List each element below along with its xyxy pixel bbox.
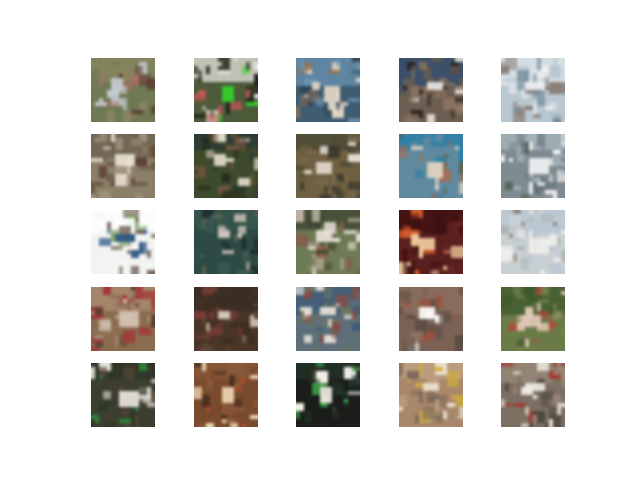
sample-image	[399, 58, 463, 122]
sample-image	[399, 363, 463, 427]
sample-image	[91, 287, 155, 351]
generated-sample-tile	[296, 287, 360, 351]
generated-sample-tile	[194, 58, 258, 122]
sample-image	[91, 210, 155, 274]
sample-image	[501, 58, 565, 122]
generated-sample-tile	[399, 58, 463, 122]
generated-sample-tile	[501, 210, 565, 274]
generated-sample-tile	[501, 58, 565, 122]
sample-image	[501, 210, 565, 274]
sample-image	[91, 58, 155, 122]
generated-sample-tile	[194, 363, 258, 427]
generated-sample-tile	[399, 134, 463, 198]
generated-sample-tile	[91, 58, 155, 122]
sample-image	[194, 134, 258, 198]
sample-image	[399, 210, 463, 274]
generated-sample-tile	[194, 134, 258, 198]
generated-sample-tile	[296, 363, 360, 427]
generated-sample-tile	[296, 210, 360, 274]
sample-image	[91, 363, 155, 427]
sample-image	[194, 58, 258, 122]
sample-image	[501, 134, 565, 198]
sample-image	[194, 287, 258, 351]
sample-image	[194, 210, 258, 274]
generated-sample-tile	[501, 363, 565, 427]
generated-sample-tile	[91, 210, 155, 274]
sample-image	[296, 134, 360, 198]
sample-image	[399, 287, 463, 351]
generated-sample-tile	[91, 363, 155, 427]
sample-image	[399, 134, 463, 198]
sample-image	[296, 363, 360, 427]
sample-image	[91, 134, 155, 198]
generated-sample-tile	[194, 210, 258, 274]
sample-image	[296, 287, 360, 351]
sample-image	[296, 210, 360, 274]
generated-sample-tile	[501, 134, 565, 198]
generated-sample-tile	[399, 210, 463, 274]
generated-sample-tile	[296, 58, 360, 122]
generated-sample-tile	[91, 287, 155, 351]
sample-image	[501, 287, 565, 351]
generated-sample-tile	[399, 363, 463, 427]
sample-image	[296, 58, 360, 122]
generated-sample-tile	[399, 287, 463, 351]
generated-sample-tile	[296, 134, 360, 198]
generated-sample-tile	[194, 287, 258, 351]
sample-image-grid	[0, 0, 640, 480]
generated-sample-tile	[91, 134, 155, 198]
generated-sample-tile	[501, 287, 565, 351]
sample-image	[194, 363, 258, 427]
sample-image	[501, 363, 565, 427]
